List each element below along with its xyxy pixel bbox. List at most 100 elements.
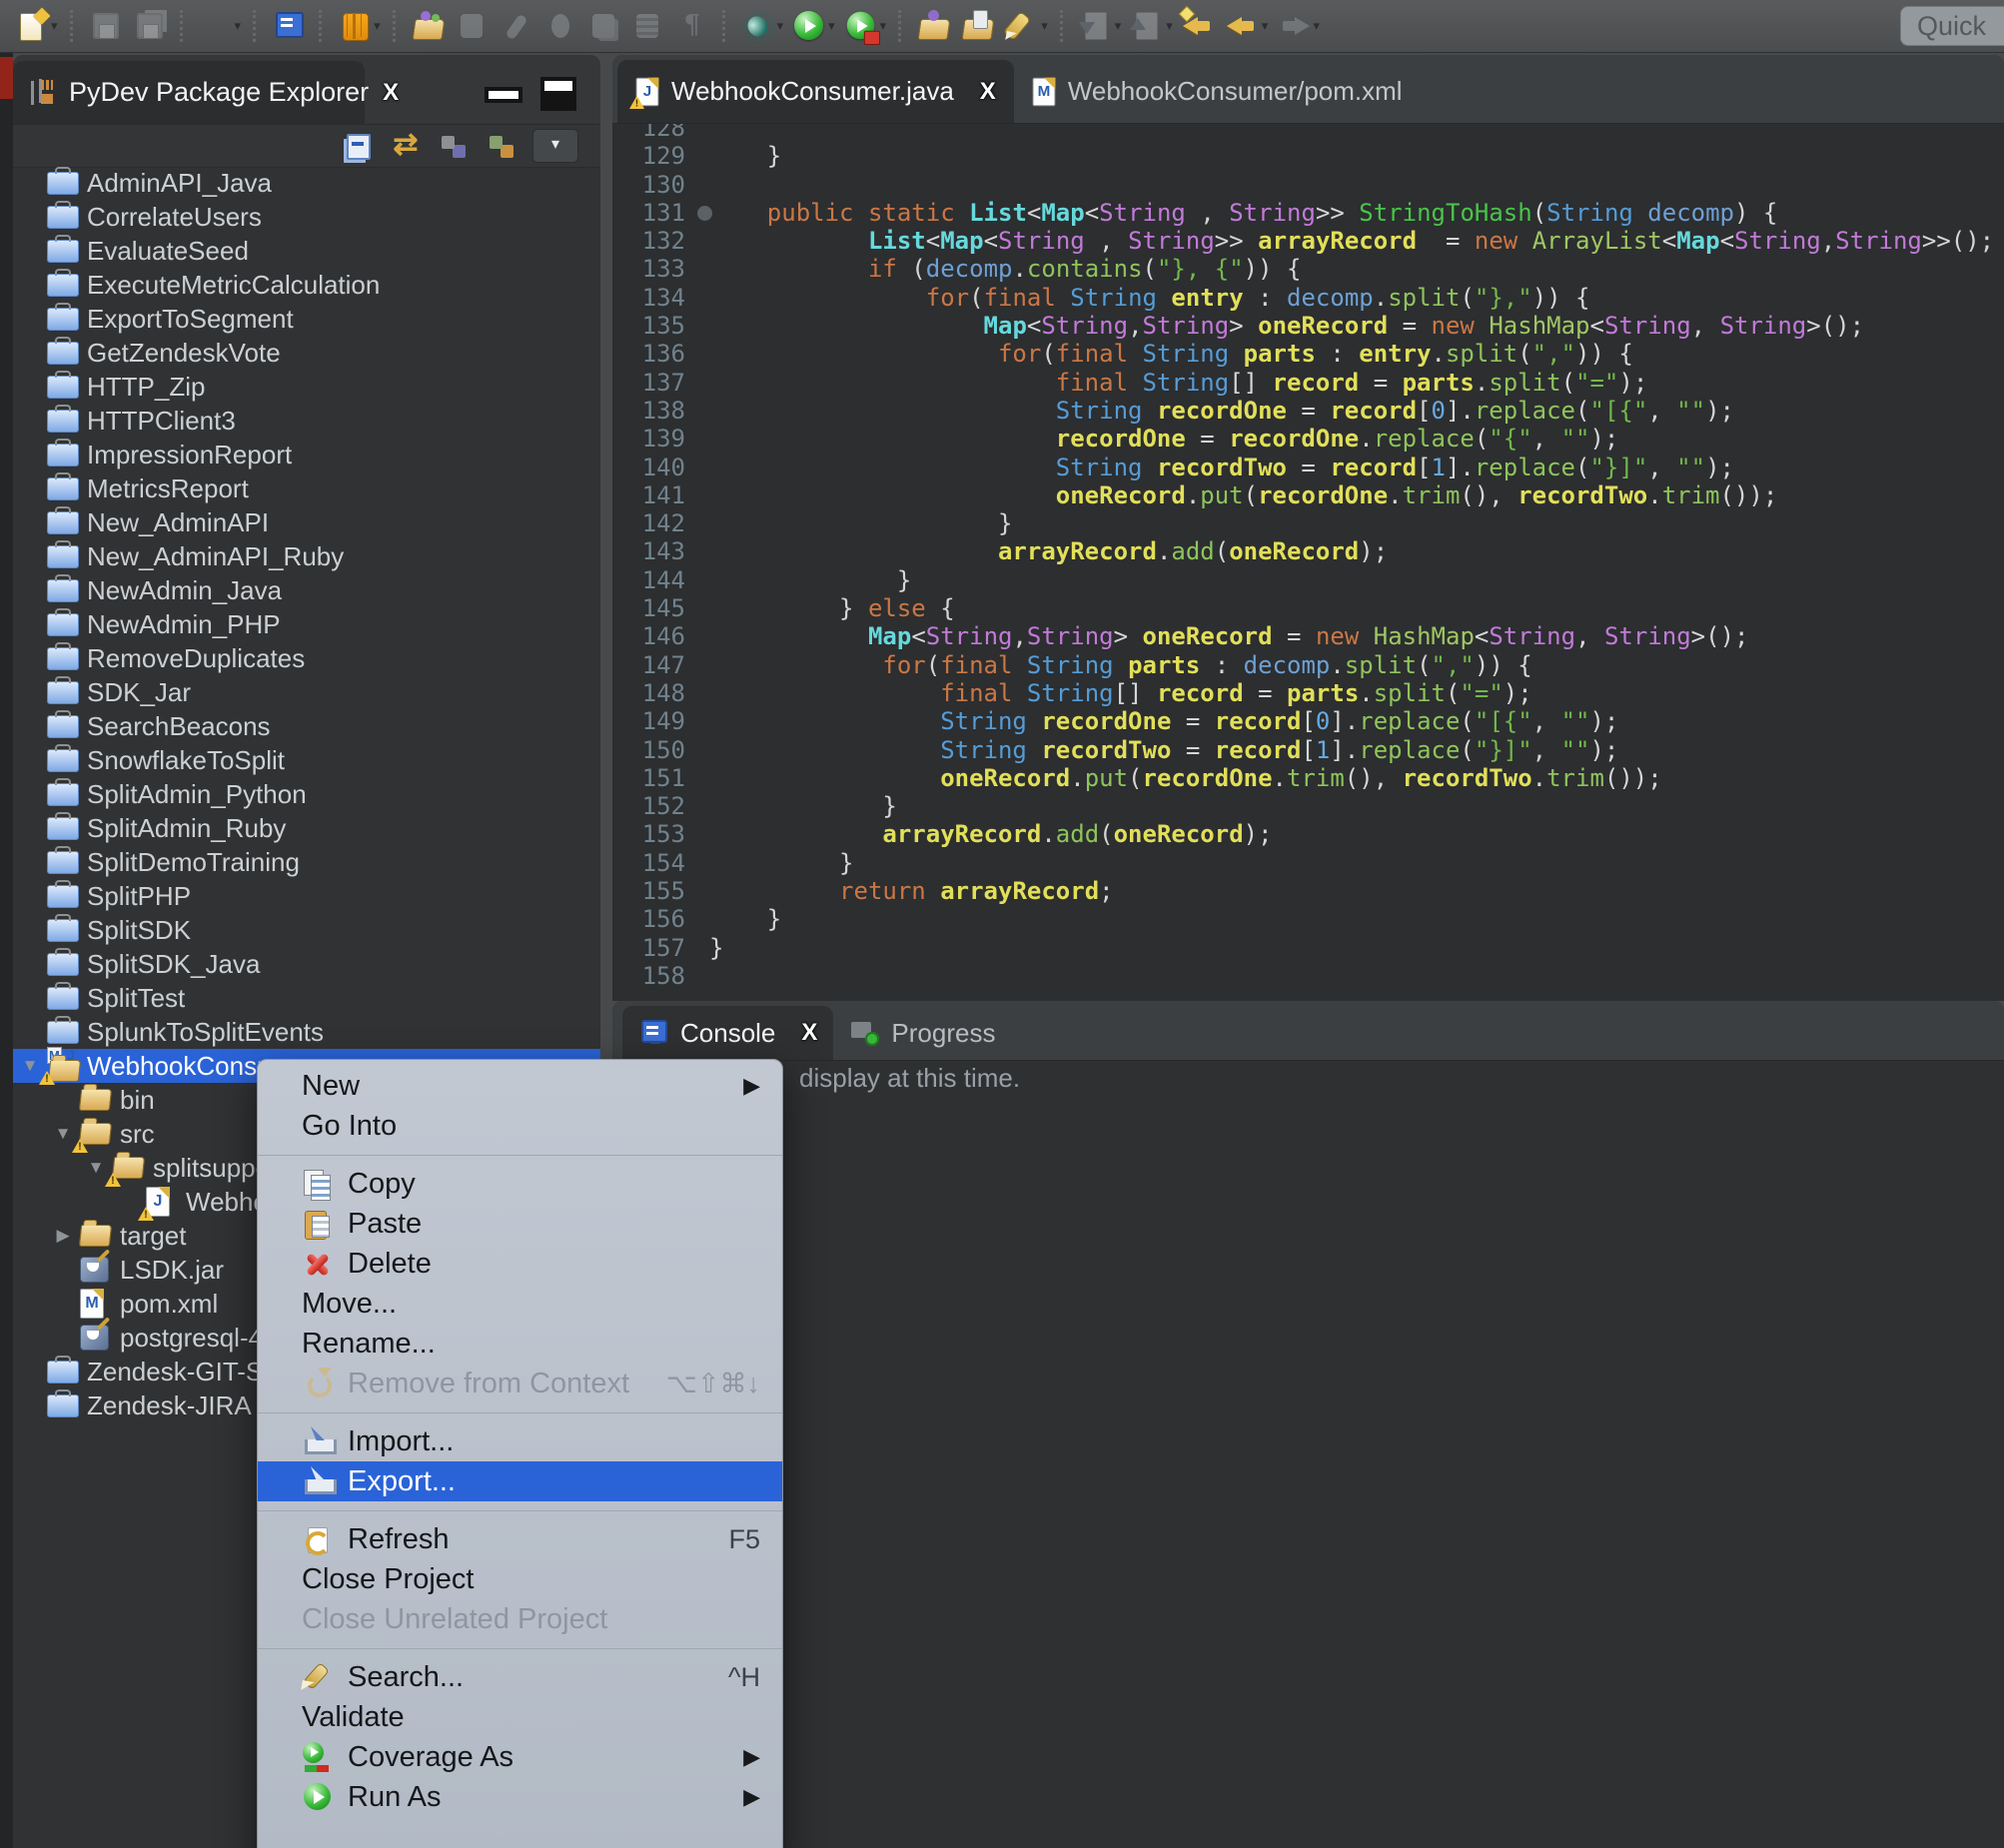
menu-item-refresh[interactable]: RefreshF5: [258, 1519, 782, 1559]
line-number: 142: [612, 509, 709, 537]
menu-item-go-into[interactable]: Go Into: [258, 1106, 782, 1146]
dropdown-caret-icon[interactable]: ▾: [51, 18, 58, 34]
tree-item-removeduplicates[interactable]: RemoveDuplicates: [13, 641, 600, 675]
tree-item-searchbeacons[interactable]: SearchBeacons: [13, 709, 600, 743]
toolbar-console-task-button[interactable]: [269, 4, 309, 48]
close-icon[interactable]: X: [980, 78, 996, 106]
tree-item-sdk-jar[interactable]: SDK_Jar: [13, 675, 600, 709]
dropdown-caret-icon[interactable]: ▾: [1041, 18, 1048, 34]
dropdown-caret-icon[interactable]: ▾: [1115, 18, 1122, 34]
explorer-package-b-icon[interactable]: [485, 130, 518, 162]
fold-marker-icon[interactable]: [697, 206, 712, 221]
project-icon: [47, 677, 85, 707]
tree-item-splitsdk-java[interactable]: SplitSDK_Java: [13, 947, 600, 981]
toolbar-run-external-button[interactable]: ▾: [841, 4, 889, 48]
menu-item-move[interactable]: Move...: [258, 1284, 782, 1324]
tree-item-splunktosplitevents[interactable]: SplunkToSplitEvents: [13, 1015, 600, 1049]
toolbar-open-folder-b-button[interactable]: [958, 4, 998, 48]
dropdown-caret-icon[interactable]: ▾: [374, 18, 381, 34]
tree-item-splitadmin-python[interactable]: SplitAdmin_Python: [13, 777, 600, 811]
menu-item-run-as[interactable]: Run As▶: [258, 1777, 782, 1817]
menu-item-paste[interactable]: Paste: [258, 1204, 782, 1244]
chevron-expanded-icon[interactable]: ▼: [13, 1056, 47, 1076]
tree-item-http-zip[interactable]: HTTP_Zip: [13, 370, 600, 404]
menu-item-new[interactable]: New▶: [258, 1066, 782, 1106]
tab-pydev-package-explorer[interactable]: PyDev Package Explorer X: [13, 61, 365, 124]
chevron-expanded-icon[interactable]: ▼: [46, 1124, 80, 1144]
tree-item-newadmin-php[interactable]: NewAdmin_PHP: [13, 607, 600, 641]
tree-item-adminapi-java[interactable]: AdminAPI_Java: [13, 166, 600, 200]
menu-item-delete[interactable]: Delete: [258, 1244, 782, 1284]
jar-icon: [80, 1323, 118, 1353]
toolbar-run-button[interactable]: ▾: [789, 4, 837, 48]
code-line-150: 150 String recordTwo = record[1].replace…: [612, 736, 2004, 764]
menu-item-import[interactable]: Import...: [258, 1421, 782, 1461]
menu-item-export[interactable]: Export...: [258, 1461, 782, 1501]
dropdown-caret-icon[interactable]: ▾: [1262, 18, 1269, 34]
menu-item-close-project[interactable]: Close Project: [258, 1559, 782, 1599]
tree-item-splitdemotraining[interactable]: SplitDemoTraining: [13, 845, 600, 879]
tree-item-splitadmin-ruby[interactable]: SplitAdmin_Ruby: [13, 811, 600, 845]
tree-item-splitsdk[interactable]: SplitSDK: [13, 913, 600, 947]
quick-access-box[interactable]: Quick: [1900, 6, 2004, 46]
code-line-147: 147 for(final String parts : decomp.spli…: [612, 651, 2004, 679]
console-tab-console[interactable]: ConsoleX: [622, 1006, 833, 1060]
tree-item-splittest[interactable]: SplitTest: [13, 981, 600, 1015]
explorer-view-menu-icon[interactable]: ▾: [532, 129, 578, 163]
tree-item-httpclient3[interactable]: HTTPClient3: [13, 404, 600, 438]
package-explorer-icon: [27, 78, 57, 108]
minimize-icon[interactable]: [489, 91, 518, 99]
toolbar-import-folder-button[interactable]: [409, 4, 449, 48]
tree-item-label: ExportToSegment: [87, 304, 294, 335]
explorer-collapse-all-icon[interactable]: [341, 130, 375, 162]
toolbar-user-profile-button[interactable]: ▾: [196, 4, 244, 48]
tree-item-getzendeskvote[interactable]: GetZendeskVote: [13, 336, 600, 370]
console-tab-progress[interactable]: Progress: [833, 1006, 1011, 1060]
tree-item-newadmin-java[interactable]: NewAdmin_Java: [13, 573, 600, 607]
close-icon[interactable]: X: [801, 1019, 817, 1047]
menu-item-label: New: [302, 1070, 360, 1103]
dropdown-caret-icon[interactable]: ▾: [235, 18, 242, 34]
explorer-package-a-icon[interactable]: [437, 130, 471, 162]
menu-item-rename[interactable]: Rename...: [258, 1324, 782, 1364]
tree-item-executemetriccalculation[interactable]: ExecuteMetricCalculation: [13, 268, 600, 302]
explorer-link-with-editor-icon[interactable]: ⇄: [389, 130, 423, 162]
toolbar-new-wizard-button[interactable]: ▾: [12, 4, 60, 48]
toolbar-package-orange-button[interactable]: ▾: [335, 4, 383, 48]
dropdown-caret-icon[interactable]: ▾: [1313, 18, 1320, 34]
chevron-expanded-icon[interactable]: ▼: [79, 1158, 113, 1178]
tree-item-impressionreport[interactable]: ImpressionReport: [13, 438, 600, 471]
tree-item-splitphp[interactable]: SplitPHP: [13, 879, 600, 913]
menu-item-validate[interactable]: Validate: [258, 1697, 782, 1737]
editor-tab-webhookconsumer-java[interactable]: JWebhookConsumer.javaX: [617, 60, 1014, 123]
toolbar-back-edit-button[interactable]: [1179, 4, 1219, 48]
toolbar-highlighter-button[interactable]: ▾: [1002, 4, 1050, 48]
tree-item-new-adminapi-ruby[interactable]: New_AdminAPI_Ruby: [13, 539, 600, 573]
project-icon: [47, 236, 85, 266]
dropdown-caret-icon[interactable]: ▾: [880, 18, 887, 34]
dropdown-caret-icon[interactable]: ▾: [777, 18, 784, 34]
tree-item-correlateusers[interactable]: CorrelateUsers: [13, 200, 600, 234]
tree-item-new-adminapi[interactable]: New_AdminAPI: [13, 505, 600, 539]
menu-item-search[interactable]: Search...^H: [258, 1657, 782, 1697]
close-icon[interactable]: X: [383, 79, 399, 107]
chevron-collapsed-icon[interactable]: ▶: [46, 1226, 80, 1246]
dropdown-caret-icon[interactable]: ▾: [828, 18, 835, 34]
dropdown-caret-icon[interactable]: ▾: [1166, 18, 1173, 34]
toolbar-back-button[interactable]: ▾: [1223, 4, 1271, 48]
code-editor[interactable]: 128129 }130131 public static List<Map<St…: [612, 124, 2004, 1001]
editor-tab-webhookconsumer-pom-xml[interactable]: MWebhookConsumer/pom.xml: [1014, 60, 1421, 123]
tree-item-snowflaketosplit[interactable]: SnowflakeToSplit: [13, 743, 600, 777]
menu-item-copy[interactable]: Copy: [258, 1164, 782, 1204]
tree-item-label: ImpressionReport: [87, 440, 292, 470]
code-line-151: 151 oneRecord.put(recordOne.trim(), reco…: [612, 764, 2004, 792]
tree-item-exporttosegment[interactable]: ExportToSegment: [13, 302, 600, 336]
tree-item-evaluateseed[interactable]: EvaluateSeed: [13, 234, 600, 268]
menu-item-coverage-as[interactable]: Coverage As▶: [258, 1737, 782, 1777]
toolbar-separator: [1060, 10, 1066, 42]
toolbar-debug-button[interactable]: ▾: [738, 4, 786, 48]
maximize-icon[interactable]: [544, 81, 572, 107]
tree-item-metricsreport[interactable]: MetricsReport: [13, 471, 600, 505]
toolbar-open-folder-a-button[interactable]: [914, 4, 954, 48]
editor-tab-label: WebhookConsumer/pom.xml: [1068, 76, 1403, 107]
